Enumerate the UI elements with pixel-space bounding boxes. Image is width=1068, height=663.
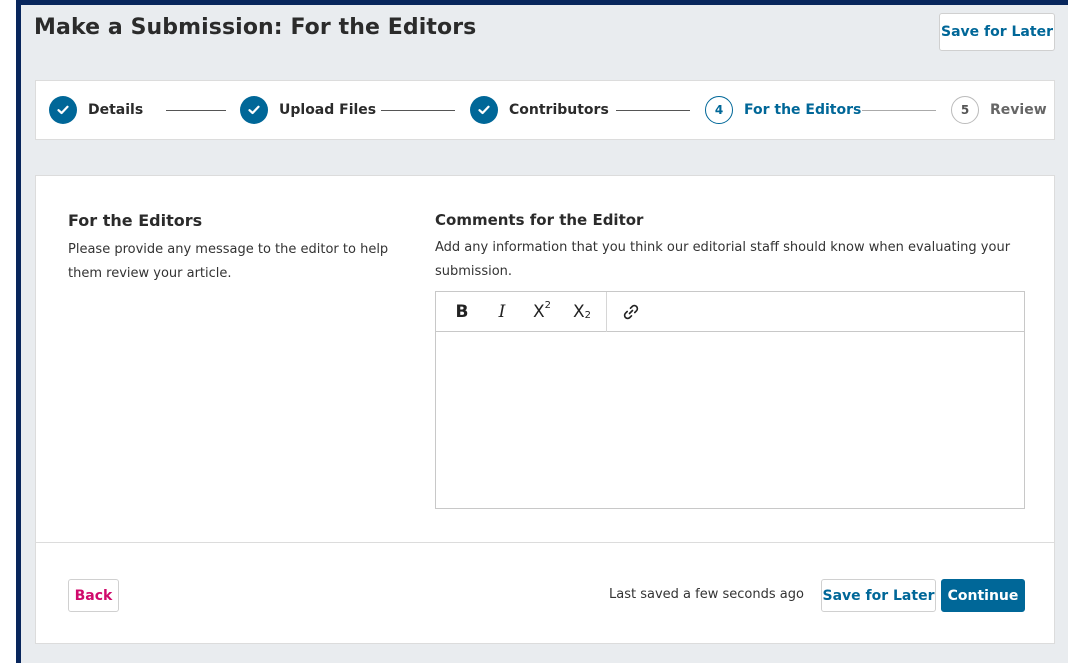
editor-toolbar: B I X2 X2: [436, 291, 1024, 332]
superscript-icon[interactable]: X2: [526, 297, 558, 327]
step-contributors[interactable]: Contributors: [470, 96, 609, 124]
section-title: For the Editors: [68, 211, 203, 230]
comments-description: Add any information that you think our e…: [435, 240, 1011, 279]
save-for-later-button[interactable]: Save for Later: [821, 579, 936, 612]
step-label: Upload Files: [279, 102, 377, 118]
step-details[interactable]: Details: [49, 96, 143, 124]
toolbar-divider: [606, 291, 607, 332]
continue-button[interactable]: Continue: [941, 579, 1025, 612]
page-title: Make a Submission: For the Editors: [34, 15, 477, 40]
comments-label: Comments for the Editor: [435, 211, 644, 229]
link-icon[interactable]: [615, 297, 647, 327]
subscript-icon[interactable]: X2: [566, 297, 598, 327]
comments-editor: B I X2 X2: [435, 291, 1025, 509]
step-connector: [166, 110, 226, 111]
check-icon: [49, 96, 77, 124]
step-number: 5: [951, 96, 979, 124]
step-upload-files[interactable]: Upload Files: [240, 96, 376, 124]
step-for-the-editors[interactable]: 4 For the Editors: [705, 96, 861, 124]
step-review[interactable]: 5 Review: [951, 96, 1047, 124]
bold-icon[interactable]: B: [446, 297, 478, 327]
step-connector: [616, 110, 690, 111]
step-number: 4: [705, 96, 733, 124]
step-label: Review: [990, 102, 1047, 118]
step-label: Details: [88, 102, 144, 118]
last-saved-status: Last saved a few seconds ago: [609, 587, 804, 602]
step-label: Contributors: [509, 102, 609, 118]
check-icon: [470, 96, 498, 124]
save-for-later-top-button[interactable]: Save for Later: [939, 13, 1055, 51]
check-icon: [240, 96, 268, 124]
step-connector: [381, 110, 455, 111]
footer-divider: [36, 542, 1054, 543]
screen: Make a Submission: For the Editors Save …: [0, 0, 1068, 663]
step-label: For the Editors: [744, 102, 862, 118]
step-connector: [862, 110, 936, 111]
back-button[interactable]: Back: [68, 579, 119, 612]
progress-stepper: Details Upload Files Contributors 4 For …: [35, 80, 1055, 140]
italic-icon[interactable]: I: [486, 297, 518, 327]
submission-page: Make a Submission: For the Editors Save …: [21, 5, 1068, 663]
form-panel: For the Editors Please provide any messa…: [35, 175, 1055, 644]
comments-textarea[interactable]: [436, 332, 1024, 508]
section-description: Please provide any message to the editor…: [68, 242, 389, 281]
